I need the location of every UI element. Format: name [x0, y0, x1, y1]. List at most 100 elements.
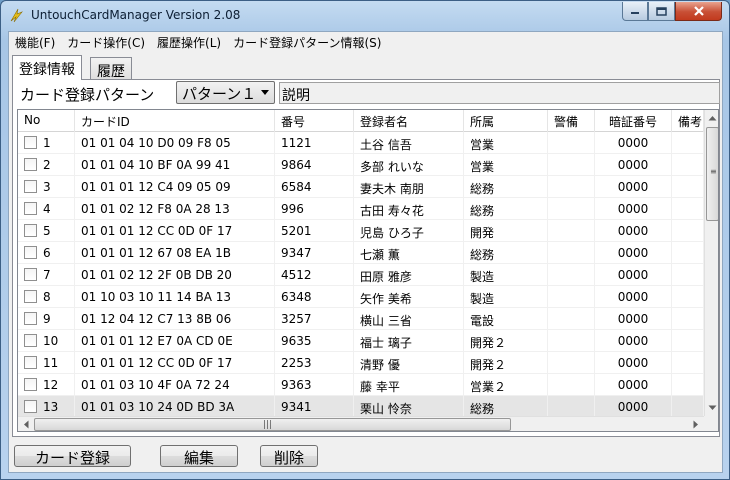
- table-row[interactable]: 4 01 01 02 12 F8 0A 28 13 996 古田 寿々花 総務 0000: [18, 198, 704, 220]
- table-header: No カードID 番号 登録者名 所属 警備 暗証番号 備考: [18, 110, 704, 132]
- cell-text: 開発２: [470, 358, 507, 372]
- horizontal-scrollbar[interactable]: |||: [18, 416, 704, 431]
- table-row[interactable]: 8 01 10 03 10 11 14 BA 13 6348 矢作 美希 製造 0000: [18, 286, 704, 308]
- cell-dept: 総務: [464, 396, 548, 418]
- row-checkbox[interactable]: [24, 334, 37, 347]
- cell-number: 9864: [275, 154, 354, 176]
- cell-dept: 電設: [464, 308, 548, 330]
- tab-registration[interactable]: 登録情報: [12, 55, 82, 80]
- table-row[interactable]: 11 01 01 01 12 CC 0D 0F 17 2253 清野 優 開発２ 0000: [18, 352, 704, 374]
- cell-card-id: 01 01 03 10 4F 0A 72 24: [75, 374, 275, 396]
- menu-card-operation[interactable]: カード操作(C): [61, 32, 151, 52]
- cell-card-id: 01 10 03 10 11 14 BA 13: [75, 286, 275, 308]
- vertical-scrollbar[interactable]: ≡: [704, 110, 718, 416]
- row-checkbox[interactable]: [24, 136, 37, 149]
- menu-history-operation[interactable]: 履歴操作(L): [151, 32, 227, 52]
- cell-number: 6348: [275, 286, 354, 308]
- cell-pin: 0000: [595, 132, 672, 154]
- cell-no: 4: [18, 198, 75, 220]
- cell-text: 清野 優: [360, 358, 400, 372]
- cell-text: 0000: [617, 268, 649, 282]
- cell-dept: 総務: [464, 242, 548, 264]
- horizontal-scroll-thumb[interactable]: |||: [34, 418, 511, 431]
- cell-notes: [672, 198, 704, 220]
- table-row[interactable]: 12 01 01 03 10 4F 0A 72 24 9363 藤 幸平 営業２ 0000: [18, 374, 704, 396]
- column-header-number[interactable]: 番号: [275, 110, 354, 132]
- cell-text: 996: [281, 202, 304, 216]
- cell-security: [548, 374, 595, 396]
- cell-card-id: 01 01 01 12 C4 09 05 09: [75, 176, 275, 198]
- title-bar[interactable]: UntouchCardManager Version 2.08: [1, 1, 729, 31]
- cell-text: 4512: [281, 268, 312, 282]
- cell-pin: 0000: [595, 242, 672, 264]
- table-row[interactable]: 13 01 01 03 10 24 0D BD 3A 9341 栗山 怜奈 総務 0000: [18, 396, 704, 418]
- cell-text: 01 01 04 10 BF 0A 99 41: [81, 158, 231, 172]
- table-row[interactable]: 6 01 01 01 12 67 08 EA 1B 9347 七瀬 薫 総務 0000: [18, 242, 704, 264]
- row-checkbox[interactable]: [24, 202, 37, 215]
- row-checkbox[interactable]: [24, 378, 37, 391]
- cell-card-id: 01 01 04 10 D0 09 F8 05: [75, 132, 275, 154]
- row-checkbox[interactable]: [24, 158, 37, 171]
- cell-text: 9635: [281, 334, 312, 348]
- maximize-button[interactable]: [648, 2, 675, 21]
- column-header-notes[interactable]: 備考: [672, 110, 704, 132]
- cell-text: 01 01 03 10 4F 0A 72 24: [81, 378, 230, 392]
- row-checkbox[interactable]: [24, 224, 37, 237]
- column-header-name[interactable]: 登録者名: [354, 110, 464, 132]
- row-checkbox[interactable]: [24, 290, 37, 303]
- cell-text: 5: [43, 224, 51, 238]
- column-header-no[interactable]: No: [18, 110, 75, 132]
- cell-text: 多部 れいな: [360, 160, 424, 174]
- table-row[interactable]: 3 01 01 01 12 C4 09 05 09 6584 妻夫木 南朋 総務 0000: [18, 176, 704, 198]
- cell-pin: 0000: [595, 308, 672, 330]
- scroll-down-icon[interactable]: [708, 405, 717, 411]
- pattern-select[interactable]: パターン１: [176, 81, 275, 104]
- cell-dept: 営業: [464, 132, 548, 154]
- close-icon: [693, 6, 704, 16]
- row-checkbox[interactable]: [24, 312, 37, 325]
- cell-text: 01 12 04 12 C7 13 8B 06: [81, 312, 232, 326]
- cell-text: 0000: [617, 356, 649, 370]
- cell-text: 開発: [470, 226, 495, 240]
- table-row[interactable]: 5 01 01 01 12 CC 0D 0F 17 5201 児島 ひろ子 開発 0000: [18, 220, 704, 242]
- cell-text: 営業: [470, 160, 495, 174]
- cell-dept: 開発２: [464, 330, 548, 352]
- row-checkbox[interactable]: [24, 356, 37, 369]
- close-button[interactable]: [675, 2, 722, 21]
- delete-button[interactable]: 削除: [260, 445, 318, 467]
- row-checkbox[interactable]: [24, 180, 37, 193]
- minimize-button[interactable]: [622, 2, 648, 21]
- column-header-card-id[interactable]: カードID: [75, 110, 275, 132]
- menu-card-pattern-info[interactable]: カード登録パターン情報(S): [227, 32, 387, 52]
- edit-button[interactable]: 編集: [160, 445, 238, 467]
- cell-text: 総務: [470, 204, 495, 218]
- column-header-dept[interactable]: 所属: [464, 110, 548, 132]
- cell-text: 0000: [617, 334, 649, 348]
- card-register-button[interactable]: カード登録: [14, 445, 131, 467]
- vertical-scroll-thumb[interactable]: ≡: [706, 127, 718, 221]
- tab-history[interactable]: 履歴: [90, 57, 132, 80]
- scroll-up-icon[interactable]: [708, 115, 717, 121]
- cell-security: [548, 220, 595, 242]
- cell-number: 9347: [275, 242, 354, 264]
- menu-function[interactable]: 機能(F): [9, 32, 61, 52]
- window-title: UntouchCardManager Version 2.08: [31, 8, 241, 22]
- cell-name: 藤 幸平: [354, 374, 464, 396]
- table-row[interactable]: 7 01 01 02 12 2F 0B DB 20 4512 田原 雅彦 製造 0000: [18, 264, 704, 286]
- cell-name: 矢作 美希: [354, 286, 464, 308]
- scroll-right-icon[interactable]: [693, 420, 699, 429]
- cell-card-id: 01 01 02 12 2F 0B DB 20: [75, 264, 275, 286]
- row-checkbox[interactable]: [24, 246, 37, 259]
- table-row[interactable]: 9 01 12 04 12 C7 13 8B 06 3257 横山 三省 電設 0000: [18, 308, 704, 330]
- table-row[interactable]: 10 01 01 01 12 E7 0A CD 0E 9635 福士 璃子 開発２ 000…: [18, 330, 704, 352]
- cell-text: 栗山 怜奈: [360, 402, 412, 416]
- column-header-pin[interactable]: 暗証番号: [595, 110, 672, 132]
- row-checkbox[interactable]: [24, 268, 37, 281]
- cell-no: 7: [18, 264, 75, 286]
- maximize-icon: [656, 6, 667, 16]
- column-header-security[interactable]: 警備: [548, 110, 595, 132]
- table-row[interactable]: 1 01 01 04 10 D0 09 F8 05 1121 土谷 信吾 営業 0000: [18, 132, 704, 154]
- row-checkbox[interactable]: [24, 400, 37, 413]
- table-row[interactable]: 2 01 01 04 10 BF 0A 99 41 9864 多部 れいな 営業 0000: [18, 154, 704, 176]
- scroll-left-icon[interactable]: [23, 420, 29, 429]
